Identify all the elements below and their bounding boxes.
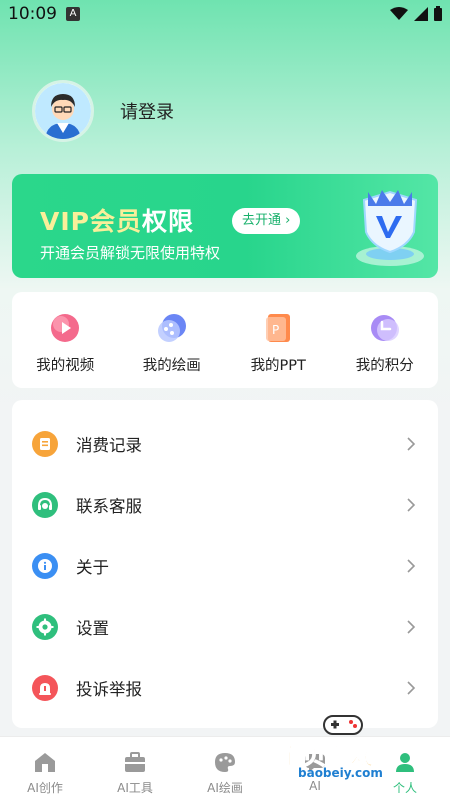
- vip-title-emphasis: 权限: [141, 207, 194, 236]
- chevron-right-icon: [407, 559, 416, 573]
- quick-my-videos[interactable]: 我的视频: [12, 292, 119, 388]
- info-icon: [32, 553, 58, 579]
- svg-text:P: P: [272, 323, 279, 337]
- video-icon: [51, 314, 80, 342]
- menu-item-about[interactable]: 关于: [12, 546, 438, 586]
- menu-item-report[interactable]: 投诉举报: [12, 668, 438, 708]
- chevron-right-icon: [407, 681, 416, 695]
- tab-ai-create[interactable]: AI创作: [0, 737, 90, 800]
- settings-menu: 消费记录 联系客服 关于 设置 投诉举报: [12, 400, 438, 728]
- quick-label: 我的绘画: [142, 358, 201, 374]
- tab-label: AI工具: [117, 781, 153, 795]
- chevron-right-icon: [407, 620, 416, 634]
- menu-label: 设置: [76, 619, 109, 638]
- gamepad-icon: [323, 715, 363, 735]
- quick-my-points[interactable]: 我的积分: [332, 292, 439, 388]
- watermark: 宝贝游戏网 baobeiy.com: [270, 710, 450, 800]
- ppt-icon: P: [266, 314, 291, 342]
- status-time: 10:09: [8, 4, 57, 24]
- wifi-icon: [390, 6, 408, 20]
- profile-header[interactable]: 请登录: [32, 80, 174, 142]
- vip-subtitle: 开通会员解锁无限使用特权: [40, 244, 221, 262]
- login-link[interactable]: 请登录: [120, 98, 174, 124]
- menu-label: 投诉举报: [76, 680, 142, 699]
- menu-item-settings[interactable]: 设置: [12, 607, 438, 647]
- vip-title-main: VIP会员: [40, 207, 142, 236]
- menu-item-support[interactable]: 联系客服: [12, 485, 438, 525]
- battery-icon: [434, 6, 442, 21]
- menu-label: 消费记录: [76, 436, 142, 455]
- quick-my-paintings[interactable]: 我的绘画: [119, 292, 226, 388]
- palette-icon: [157, 314, 186, 342]
- vip-open-button[interactable]: 去开通 ›: [232, 208, 301, 234]
- notification-icon: A: [66, 7, 80, 21]
- receipt-icon: [32, 431, 58, 457]
- tab-ai-paint[interactable]: AI绘画: [180, 737, 270, 800]
- tab-ai-tools[interactable]: AI工具: [90, 737, 180, 800]
- alarm-icon: [32, 675, 58, 701]
- points-icon: [370, 315, 399, 341]
- menu-label: 联系客服: [76, 497, 142, 516]
- vip-shield-icon: [356, 190, 424, 266]
- home-icon: [35, 753, 55, 772]
- gear-icon: [32, 614, 58, 640]
- vip-title: VIP会员权限: [40, 202, 194, 238]
- palette-icon: [215, 753, 235, 772]
- menu-label: 关于: [76, 558, 109, 577]
- quick-label: 我的PPT: [250, 358, 306, 374]
- quick-label: 我的视频: [36, 358, 95, 374]
- chevron-right-icon: [407, 437, 416, 451]
- watermark-url: baobeiy.com: [298, 766, 383, 780]
- status-icons: [390, 6, 442, 21]
- tab-label: AI绘画: [207, 781, 243, 795]
- status-bar: 10:09 A: [0, 0, 450, 28]
- menu-item-consumption[interactable]: 消费记录: [12, 424, 438, 464]
- quick-label: 我的积分: [355, 358, 414, 374]
- signal-icon: [414, 6, 428, 21]
- chevron-right-icon: [407, 498, 416, 512]
- quick-actions: 我的视频 我的绘画 P 我的PPT 我的积分: [12, 292, 438, 388]
- quick-my-ppt[interactable]: P 我的PPT: [225, 292, 332, 388]
- avatar-image: [35, 83, 91, 139]
- avatar[interactable]: [32, 80, 94, 142]
- tab-label: AI创作: [27, 781, 63, 795]
- toolbox-icon: [125, 752, 145, 772]
- headset-icon: [32, 492, 58, 518]
- vip-banner[interactable]: VIP会员权限 开通会员解锁无限使用特权 去开通 ›: [12, 174, 438, 278]
